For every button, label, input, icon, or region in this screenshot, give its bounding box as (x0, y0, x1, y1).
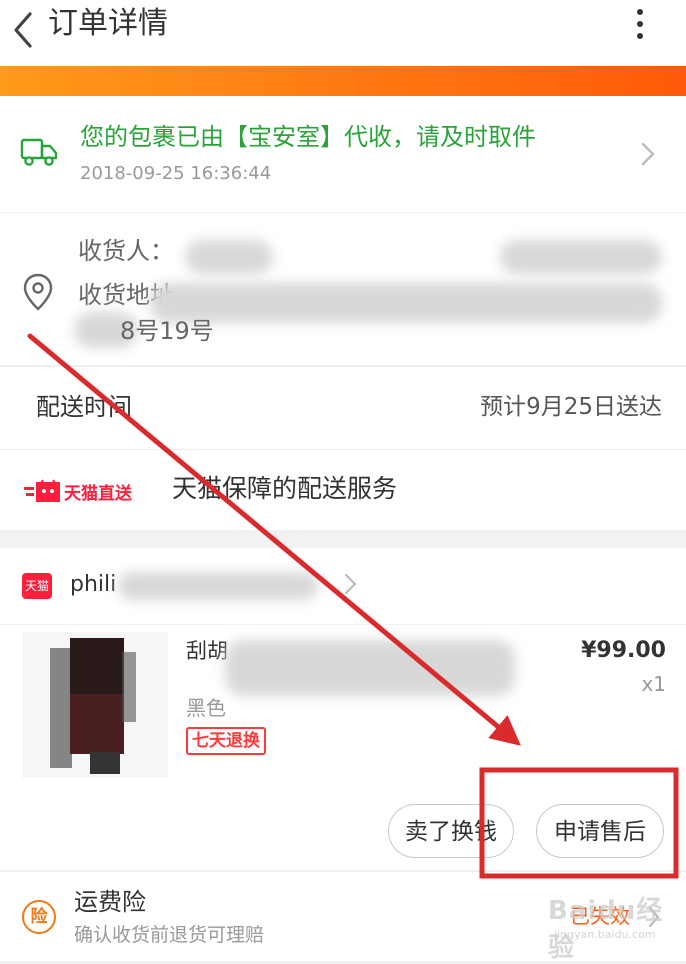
product-quantity: x1 (641, 672, 666, 696)
logistics-status-time: 2018-09-25 16:36:44 (80, 163, 272, 184)
after-sale-button[interactable]: 申请售后 (536, 804, 664, 858)
delivery-time-label: 配送时间 (36, 393, 132, 421)
header-accent-band (0, 66, 686, 96)
tmall-direct-logo-text: 天猫直送 (64, 483, 133, 504)
product-price: ¥99.00 (581, 638, 666, 663)
chevron-right-icon (344, 573, 357, 595)
address-detail-blurred (150, 283, 662, 323)
insurance-icon: 险 (22, 900, 56, 934)
store-name[interactable]: phili (70, 568, 116, 602)
delivery-time-value: 预计9月25日送达 (480, 394, 662, 420)
tmall-store-icon: 天猫 (22, 573, 52, 599)
product-thumbnail-image (50, 638, 136, 774)
chevron-right-icon (641, 142, 655, 166)
product-title-blurred (225, 640, 515, 696)
insurance-description: 确认收货前退货可理赔 (74, 924, 265, 946)
delivery-service-text: 天猫保障的配送服务 (172, 474, 398, 503)
tmall-direct-logo: 天猫直送 (24, 479, 133, 504)
seven-day-return-badge: 七天退换 (186, 727, 266, 755)
product-variant: 黑色 (186, 696, 226, 720)
receiver-phone-blurred (500, 240, 662, 274)
watermark: Baidu经验 (548, 896, 664, 963)
chevron-left-icon[interactable] (8, 8, 40, 52)
logistics-status-card[interactable] (0, 96, 686, 212)
insurance-title: 运费险 (74, 888, 146, 916)
receiver-name-blurred (185, 240, 273, 274)
store-name-blurred (118, 572, 318, 600)
product-thumbnail[interactable] (22, 632, 168, 778)
watermark-url: jingyan.baidu.com (554, 928, 656, 941)
location-pin-icon (23, 273, 53, 311)
more-vertical-icon[interactable] (630, 6, 650, 42)
truck-icon (20, 138, 58, 166)
resell-button[interactable]: 卖了换钱 (388, 804, 514, 858)
address-line-tail: 8号19号 (120, 317, 214, 345)
page-title: 订单详情 (48, 6, 168, 41)
receiver-label: 收货人： (78, 237, 174, 265)
logistics-status-text: 您的包裹已由【宝安室】代收，请及时取件 (80, 123, 536, 151)
